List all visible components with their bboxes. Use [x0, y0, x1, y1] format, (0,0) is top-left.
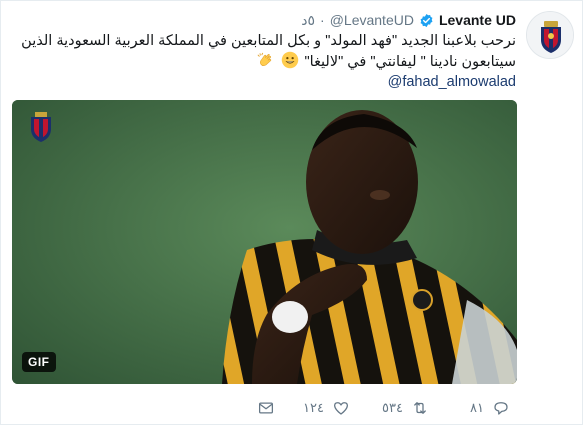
tweet-header: Levante UD @LevanteUD · ٥د: [301, 10, 516, 30]
levante-watermark-icon: [31, 112, 51, 142]
tweet-timestamp[interactable]: ٥د: [301, 12, 315, 29]
gif-badge: GIF: [22, 352, 56, 372]
display-name[interactable]: Levante UD: [439, 12, 516, 28]
like-button[interactable]: ١٢٤: [303, 397, 350, 419]
verified-badge-icon: [420, 13, 433, 27]
retweet-icon: [414, 402, 426, 414]
retweet-count: ٥٣٤: [382, 400, 403, 415]
envelope-icon: [258, 402, 274, 414]
levante-crest-avatar-icon: [527, 12, 573, 58]
tweet-card: Levante UD @LevanteUD · ٥د نرحب بلاعبنا …: [0, 0, 583, 425]
grinning-face-emoji-icon: [282, 51, 299, 69]
user-handle[interactable]: @LevanteUD: [330, 12, 414, 28]
profile-avatar[interactable]: [526, 11, 574, 59]
clapping-hands-emoji-icon: [258, 52, 272, 67]
heart-icon: [333, 402, 348, 415]
like-count: ١٢٤: [303, 400, 324, 415]
retweet-button[interactable]: ٥٣٤: [382, 397, 429, 419]
gif-frame-image: [12, 100, 517, 384]
direct-message-button[interactable]: [257, 397, 275, 419]
gif-media[interactable]: GIF: [12, 100, 517, 384]
mention-link[interactable]: @fahad_almowalad: [388, 72, 516, 92]
reply-icon: [494, 402, 508, 415]
reply-button[interactable]: ٨١: [470, 397, 510, 419]
tweet-text: نرحب بلاعبنا الجديد "فهد المولد" و بكل ا…: [11, 31, 516, 72]
tweet-actions: ٨١ ٥٣٤ ١٢٤: [1, 397, 583, 419]
separator-dot: ·: [320, 12, 325, 28]
reply-count: ٨١: [470, 400, 484, 415]
